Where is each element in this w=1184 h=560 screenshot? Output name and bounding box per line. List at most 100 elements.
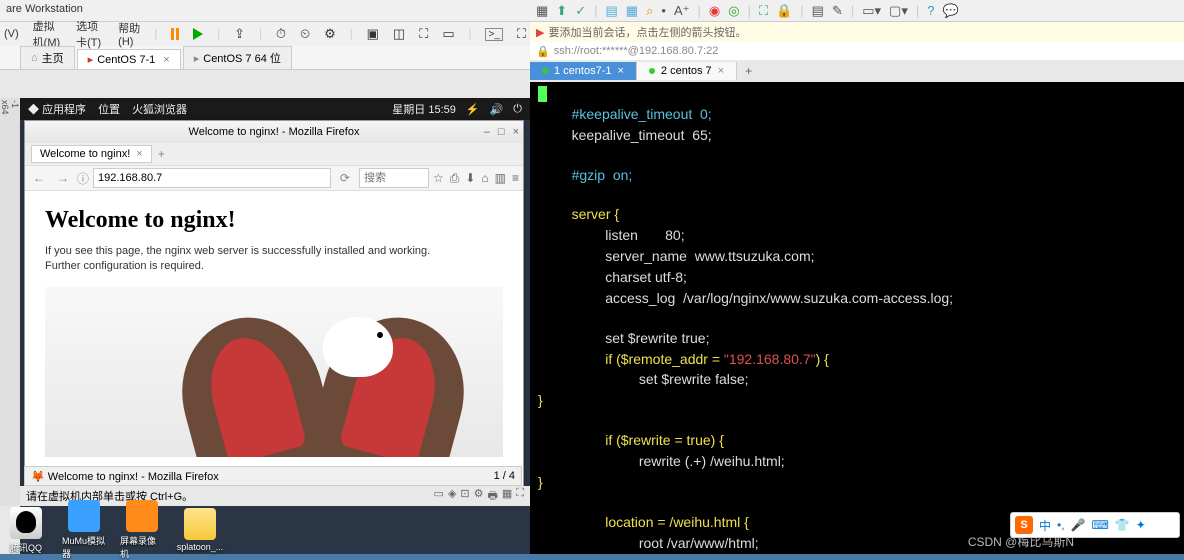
snapshot-icon[interactable]: ⏱ bbox=[276, 26, 286, 42]
close-icon[interactable]: × bbox=[163, 54, 169, 66]
lock-icon: 🔒 bbox=[536, 45, 550, 58]
close-icon[interactable]: × bbox=[513, 126, 519, 138]
taskbar-app[interactable]: 🦊 Welcome to nginx! - Mozilla Firefox bbox=[31, 470, 219, 483]
menu-help[interactable]: 帮助(H) bbox=[118, 20, 140, 48]
revert-icon[interactable]: ⏲ bbox=[300, 26, 310, 42]
app-qq[interactable]: 腾讯QQ bbox=[4, 507, 48, 554]
gnome-firefox[interactable]: 火狐浏览器 bbox=[132, 101, 187, 117]
layout-icon[interactable]: ▤ bbox=[606, 3, 618, 19]
info-icon[interactable]: ⓘ bbox=[77, 170, 89, 187]
nginx-illustration bbox=[45, 287, 503, 457]
hidden-tab-edge: x64-1位ysql bbox=[0, 98, 20, 506]
ime-bar[interactable]: S 中 •, 🎤 ⌨ 👕 ✦ bbox=[1010, 512, 1180, 538]
tab-home[interactable]: ⌂主页 bbox=[20, 46, 75, 69]
sidebar-icon[interactable]: ▥ bbox=[495, 171, 506, 186]
terminal-body[interactable]: #keepalive_timeout 0; keepalive_timeout … bbox=[530, 82, 1184, 554]
network-icon[interactable]: ⚡ bbox=[466, 103, 480, 116]
gnome-clock: 星期日 15:59 bbox=[392, 101, 456, 117]
back-icon[interactable]: ← bbox=[29, 168, 49, 188]
gnome-taskbar: 🦊 Welcome to nginx! - Mozilla Firefox 1 … bbox=[24, 466, 522, 486]
self-icon[interactable]: ⎙ bbox=[450, 171, 460, 186]
arrow-icon[interactable]: ▶ bbox=[536, 26, 544, 39]
manage-icon[interactable]: ⚙ bbox=[324, 26, 336, 42]
menu-icon[interactable]: ≡ bbox=[512, 171, 519, 186]
lock-icon[interactable]: 🔒 bbox=[776, 3, 792, 19]
tool-icon[interactable]: ▤ bbox=[812, 3, 824, 19]
search-input[interactable] bbox=[359, 168, 429, 188]
tool-icon[interactable]: • bbox=[661, 3, 666, 18]
menu-edit[interactable]: (V) bbox=[4, 28, 19, 40]
term-tab-1[interactable]: 1 centos7-1× bbox=[530, 62, 637, 80]
new-tab-icon[interactable]: + bbox=[737, 64, 760, 78]
tool-icon[interactable]: ⬆ bbox=[556, 3, 567, 19]
expand-icon[interactable]: ⛶ bbox=[517, 26, 526, 42]
dev-icon[interactable]: ▦ bbox=[502, 487, 512, 506]
power-icon[interactable]: ⏻ bbox=[513, 103, 522, 116]
fit-icon[interactable]: ▣ bbox=[367, 26, 379, 42]
vm-icon: ▸ bbox=[88, 53, 94, 66]
dev-icon[interactable]: ⚙ bbox=[474, 487, 484, 506]
send-icon[interactable]: ⇪ bbox=[234, 26, 245, 42]
ime-tool-icon[interactable]: ✦ bbox=[1136, 518, 1146, 532]
menu-tabs[interactable]: 选项卡(T) bbox=[76, 18, 104, 50]
bookmark-icon[interactable]: ☆ bbox=[433, 171, 444, 186]
font-icon[interactable]: A⁺ bbox=[674, 3, 690, 19]
search-icon[interactable]: ⌕ bbox=[646, 3, 653, 19]
close-icon[interactable]: × bbox=[617, 65, 623, 77]
firefox-content: Welcome to nginx! If you see this page, … bbox=[25, 191, 523, 491]
close-icon[interactable]: × bbox=[136, 148, 142, 160]
cmd-icon[interactable]: >_ bbox=[485, 28, 502, 41]
workspace-indicator[interactable]: 1 / 4 bbox=[494, 470, 515, 482]
ime-mic-icon[interactable]: 🎤 bbox=[1071, 518, 1086, 532]
reload-icon[interactable]: ⟳ bbox=[335, 168, 355, 188]
minimize-icon[interactable]: – bbox=[484, 126, 490, 138]
folder-splatoon[interactable]: splatoon_... bbox=[178, 508, 222, 552]
tool-icon[interactable]: ▦ bbox=[536, 3, 548, 19]
fullscreen-icon[interactable]: ⛶ bbox=[419, 26, 428, 42]
dev-icon[interactable]: ▭ bbox=[434, 487, 444, 506]
tool-icon[interactable]: ▢▾ bbox=[889, 3, 908, 19]
app-mumu[interactable]: MuMu模拟器 bbox=[62, 500, 106, 560]
dev-icon[interactable]: ⛶ bbox=[516, 487, 524, 506]
ime-lang[interactable]: 中 bbox=[1039, 517, 1051, 534]
gnome-apps[interactable]: ◆ 应用程序 bbox=[28, 101, 86, 117]
gnome-top-bar: ◆ 应用程序 位置 火狐浏览器 星期日 15:59 ⚡ 🔊 ⏻ bbox=[20, 98, 530, 120]
unity-icon[interactable]: ◫ bbox=[393, 26, 405, 42]
term-tab-2[interactable]: 2 centos 7× bbox=[637, 62, 737, 80]
tool-icon[interactable]: ▭▾ bbox=[862, 3, 881, 19]
chat-icon[interactable]: 💬 bbox=[942, 3, 958, 19]
address-bar[interactable] bbox=[93, 168, 331, 188]
firefox-window: Welcome to nginx! - Mozilla Firefox – □ … bbox=[24, 120, 524, 492]
terminal-hint: ▶ 要添加当前会话，点击左侧的箭头按钮。 bbox=[530, 22, 1184, 42]
dev-icon[interactable]: ◈ bbox=[448, 487, 456, 506]
console-icon[interactable]: ▭ bbox=[442, 26, 454, 42]
firefox-toolbar: ← → ⓘ ⟳ ☆ ⎙ ⬇ ⌂ ▥ ≡ bbox=[25, 165, 523, 191]
new-tab-icon[interactable]: + bbox=[158, 147, 165, 161]
tab-centos7-64[interactable]: ▸CentOS 7 64 位 bbox=[183, 46, 292, 69]
dev-icon[interactable]: 🖶 bbox=[488, 487, 498, 506]
gnome-places[interactable]: 位置 bbox=[98, 101, 120, 117]
dev-icon[interactable]: ⊡ bbox=[460, 487, 469, 506]
ime-skin-icon[interactable]: 👕 bbox=[1115, 518, 1130, 532]
layout-icon[interactable]: ▦ bbox=[626, 3, 638, 19]
app-recorder[interactable]: 屏幕录像机 bbox=[120, 500, 164, 560]
forward-icon: → bbox=[53, 168, 73, 188]
vmware-menu: (V) 虚拟机(M) 选项卡(T) 帮助(H) | | ⇪ | ⏱ ⏲ ⚙ | … bbox=[0, 22, 530, 46]
volume-icon[interactable]: 🔊 bbox=[490, 103, 504, 116]
ime-punct-icon[interactable]: •, bbox=[1057, 518, 1065, 532]
maximize-icon[interactable]: □ bbox=[498, 126, 505, 138]
home-icon[interactable]: ⌂ bbox=[481, 171, 488, 186]
download-icon[interactable]: ⬇ bbox=[465, 171, 475, 186]
ime-keyboard-icon[interactable]: ⌨ bbox=[1092, 518, 1109, 532]
firefox-tab[interactable]: Welcome to nginx! × bbox=[31, 145, 152, 163]
help-icon[interactable]: ? bbox=[927, 3, 934, 18]
tool-icon[interactable]: ◎ bbox=[728, 3, 739, 19]
pause-icon[interactable] bbox=[171, 28, 179, 40]
tool-icon[interactable]: ◉ bbox=[709, 3, 720, 19]
tool-icon[interactable]: ✓ bbox=[575, 3, 586, 19]
play-icon[interactable] bbox=[193, 28, 203, 40]
close-icon[interactable]: × bbox=[718, 65, 724, 77]
edit-icon[interactable]: ✎ bbox=[832, 3, 843, 19]
fullscreen-icon[interactable]: ⛶ bbox=[759, 3, 768, 19]
tab-centos7-1[interactable]: ▸CentOS 7-1× bbox=[77, 49, 181, 69]
